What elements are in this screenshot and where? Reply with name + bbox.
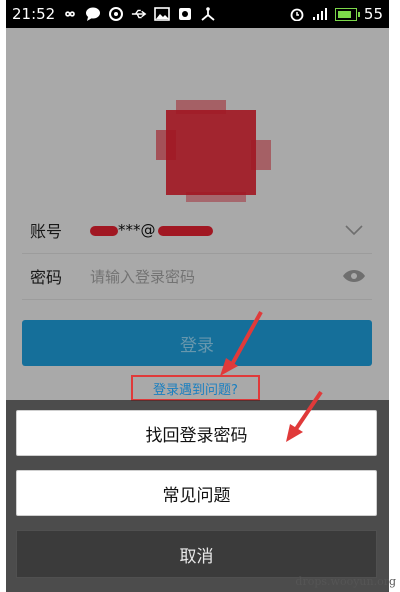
watermark: drops.wooyun.org bbox=[295, 575, 396, 588]
sync-icon bbox=[109, 7, 124, 21]
signal-icon bbox=[312, 8, 327, 20]
battery-level: 55 bbox=[363, 5, 383, 23]
status-time: 21:52 bbox=[12, 5, 56, 23]
action-sheet: 找回登录密码 常见问题 取消 bbox=[6, 400, 389, 592]
annotation-arrow-icon bbox=[286, 390, 323, 442]
chat-bubble-icon bbox=[86, 7, 101, 21]
faq-button[interactable]: 常见问题 bbox=[16, 470, 377, 516]
usb-icon bbox=[132, 9, 147, 19]
status-bar: 21:52 55 bbox=[6, 0, 389, 28]
cancel-button[interactable]: 取消 bbox=[16, 530, 377, 578]
annotation-arrow-icon bbox=[220, 311, 263, 376]
phone-screen: 21:52 55 账号 ***@ 密码 请输入登录密码 登录 登录遇到问题? 找… bbox=[6, 0, 389, 592]
share-icon bbox=[201, 7, 215, 21]
infinity-icon bbox=[65, 11, 76, 17]
battery-icon bbox=[334, 7, 360, 21]
image-icon bbox=[154, 7, 171, 21]
alarm-icon bbox=[290, 8, 304, 21]
notification-icon bbox=[179, 8, 192, 20]
